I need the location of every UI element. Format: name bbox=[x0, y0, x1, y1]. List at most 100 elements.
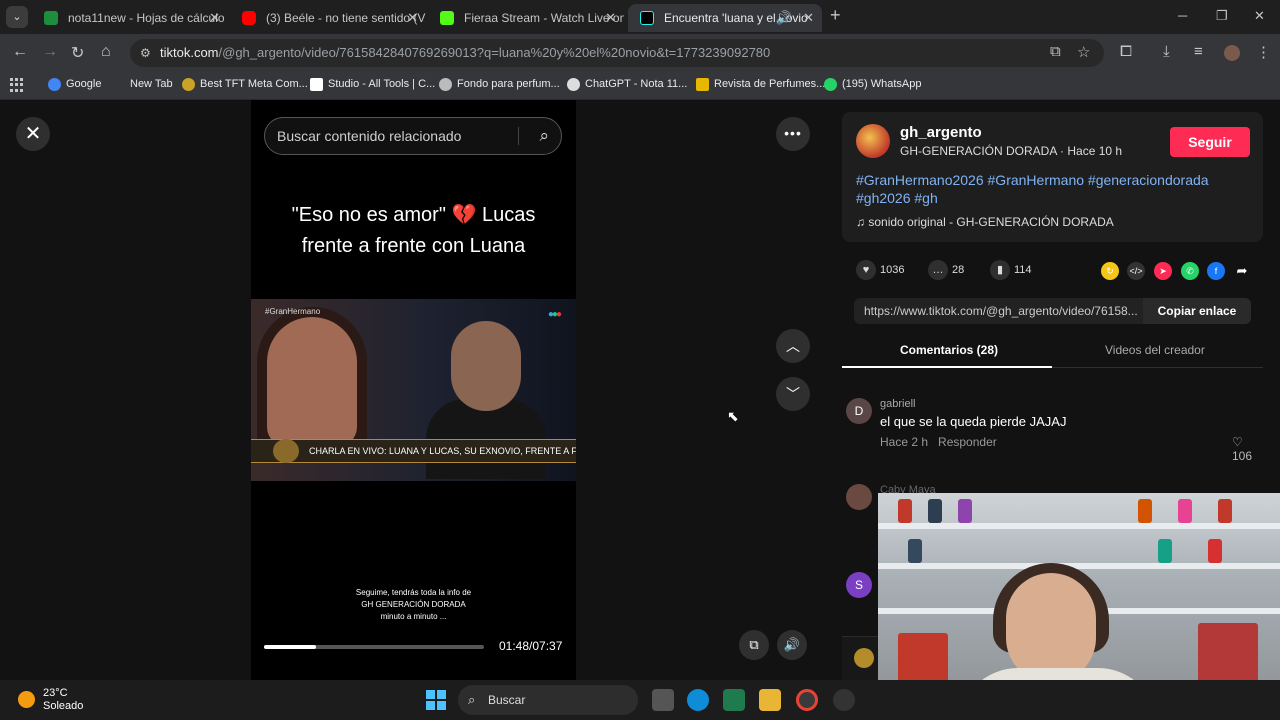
bookmark-label: Fondo para perfum... bbox=[457, 78, 560, 90]
tab-search-button[interactable]: ⌄ bbox=[6, 6, 28, 28]
close-icon[interactable]: ✕ bbox=[605, 4, 616, 32]
caption-line: minuto a minuto ... bbox=[380, 612, 447, 621]
browser-tab-sheets[interactable]: nota11new - Hojas de cálculo d ✕ bbox=[32, 4, 228, 32]
close-icon[interactable]: ✕ bbox=[407, 4, 418, 32]
edge-icon[interactable] bbox=[687, 689, 709, 711]
app-icon[interactable] bbox=[833, 689, 855, 711]
maximize-button[interactable]: ❐ bbox=[1216, 8, 1228, 24]
emoji-icon[interactable] bbox=[854, 648, 874, 668]
speaker-icon: 🔊 bbox=[775, 10, 792, 25]
commenter-avatar[interactable]: S bbox=[846, 572, 872, 598]
mini-player-icon[interactable]: ⧉ bbox=[739, 630, 769, 660]
tab-comments[interactable]: Comentarios (28) bbox=[900, 343, 998, 357]
creator-avatar[interactable] bbox=[856, 124, 890, 158]
music-note-icon: ♫ bbox=[856, 215, 869, 229]
search-placeholder: Buscar contenido relacionado bbox=[277, 128, 462, 144]
media-control-icon[interactable]: ≡ bbox=[1194, 43, 1203, 60]
install-icon[interactable]: ⧉ bbox=[1050, 43, 1061, 60]
share-link-url[interactable]: https://www.tiktok.com/@gh_argento/video… bbox=[864, 298, 1142, 324]
app-icon[interactable] bbox=[723, 689, 745, 711]
tab-strip: ⌄ nota11new - Hojas de cálculo d ✕ (3) B… bbox=[0, 0, 1280, 34]
apps-grid-icon[interactable] bbox=[10, 78, 24, 92]
more-options-button[interactable]: ••• bbox=[776, 117, 810, 151]
file-explorer-icon[interactable] bbox=[759, 689, 781, 711]
close-icon[interactable]: ✕ bbox=[209, 4, 220, 32]
share-arrow-icon[interactable]: ➦ bbox=[1233, 262, 1251, 280]
copy-link-button[interactable]: Copiar enlace bbox=[1143, 298, 1251, 324]
taskbar-search[interactable]: ⌕ Buscar bbox=[458, 685, 638, 715]
caption-line: Seguime, tendrás toda la info de bbox=[355, 588, 472, 597]
chrome-icon[interactable] bbox=[796, 689, 818, 711]
follow-button[interactable]: Seguir bbox=[1170, 127, 1250, 157]
bookmark-tft[interactable]: Best TFT Meta Com... bbox=[182, 78, 308, 91]
bookmark-revista[interactable]: Revista de Perfumes... bbox=[696, 78, 825, 91]
extensions-icon[interactable]: ⧠ bbox=[1120, 43, 1132, 60]
weather-widget[interactable]: 23°C Soleado bbox=[43, 687, 83, 713]
video-player[interactable]: Buscar contenido relacionado ⌕ "Eso no e… bbox=[251, 100, 576, 680]
sun-icon[interactable] bbox=[18, 691, 35, 708]
comment-like-button[interactable]: ♡ 106 bbox=[1232, 435, 1266, 463]
bookmark-new-tab[interactable]: New Tab bbox=[112, 78, 173, 90]
task-view-icon[interactable] bbox=[652, 689, 674, 711]
bookmark-fondo[interactable]: Fondo para perfum... bbox=[439, 78, 560, 91]
reload-button[interactable]: ↻ bbox=[71, 43, 84, 63]
minimize-button[interactable]: ─ bbox=[1178, 8, 1187, 23]
profile-avatar[interactable] bbox=[1224, 45, 1240, 61]
browser-tab-youtube[interactable]: (3) Beéle - no tiene sentido (Vid ✕ bbox=[230, 4, 426, 32]
window-close-button[interactable]: ✕ bbox=[1254, 8, 1265, 24]
comment-like-count: 106 bbox=[1232, 449, 1253, 463]
comment-button[interactable]: … 28 bbox=[928, 260, 964, 280]
youtube-icon bbox=[242, 11, 256, 25]
save-button[interactable]: ▮ 114 bbox=[990, 260, 1032, 280]
commenter-avatar[interactable]: D bbox=[846, 398, 872, 424]
channel-logo-icon: ●●● bbox=[547, 309, 562, 320]
sound-label: sonido original - GH-GENERACIÓN DORADA bbox=[868, 215, 1114, 229]
panel-tabs: Comentarios (28) Videos del creador bbox=[842, 336, 1263, 368]
person-face bbox=[451, 321, 521, 411]
related-search-input[interactable]: Buscar contenido relacionado ⌕ bbox=[264, 117, 562, 155]
home-icon[interactable]: ⌂ bbox=[101, 43, 111, 61]
person-face bbox=[267, 317, 357, 447]
search-icon[interactable]: ⌕ bbox=[539, 118, 549, 154]
chatgpt-icon bbox=[567, 78, 580, 91]
embed-icon[interactable]: </> bbox=[1127, 262, 1145, 280]
bookmark-studio[interactable]: Studio - All Tools | C... bbox=[310, 78, 435, 91]
facebook-share-icon[interactable]: f bbox=[1207, 262, 1225, 280]
site-info-icon[interactable]: ⚙ bbox=[140, 39, 151, 67]
whatsapp-share-icon[interactable]: ✆ bbox=[1181, 262, 1199, 280]
close-video-button[interactable]: ✕ bbox=[16, 117, 50, 151]
reply-button[interactable]: Responder bbox=[938, 435, 997, 449]
search-divider bbox=[518, 127, 519, 145]
post-sound[interactable]: ♫ sonido original - GH-GENERACIÓN DORADA bbox=[856, 215, 1114, 229]
post-hashtags[interactable]: #GranHermano2026 #GranHermano #generacio… bbox=[856, 171, 1236, 207]
send-icon[interactable]: ➤ bbox=[1154, 262, 1172, 280]
commenter-name[interactable]: gabriell bbox=[880, 398, 915, 410]
new-tab-button[interactable]: + bbox=[830, 5, 841, 26]
commenter-avatar[interactable] bbox=[846, 484, 872, 510]
next-video-button[interactable]: ﹀ bbox=[776, 377, 810, 411]
bookmark-google[interactable]: Google bbox=[48, 78, 101, 91]
creator-username[interactable]: gh_argento bbox=[900, 124, 982, 141]
windows-taskbar: 23°C Soleado ⌕ Buscar bbox=[0, 680, 1280, 720]
browser-tab-tiktok[interactable]: Encuentra 'luana y el novio 🔊 ✕ bbox=[628, 4, 822, 32]
address-bar[interactable]: ⚙ tiktok.com/@gh_argento/video/761584284… bbox=[130, 39, 1104, 67]
forward-button[interactable]: → bbox=[42, 43, 58, 61]
whatsapp-icon bbox=[824, 78, 837, 91]
volume-icon[interactable]: 🔊 bbox=[777, 630, 807, 660]
share-link-box: https://www.tiktok.com/@gh_argento/video… bbox=[854, 298, 1251, 324]
back-button[interactable]: ← bbox=[12, 43, 28, 61]
comment-time: Hace 2 h bbox=[880, 435, 929, 449]
tab-creator-videos[interactable]: Videos del creador bbox=[1105, 343, 1205, 357]
video-progress-bar[interactable] bbox=[264, 645, 484, 649]
like-button[interactable]: ♥ 1036 bbox=[856, 260, 904, 280]
repost-icon[interactable]: ↻ bbox=[1101, 262, 1119, 280]
bookmark-chatgpt[interactable]: ChatGPT - Nota 11... bbox=[567, 78, 687, 91]
menu-icon[interactable]: ⋮ bbox=[1256, 43, 1271, 61]
close-icon[interactable]: ✕ bbox=[803, 4, 814, 32]
previous-video-button[interactable]: ︿ bbox=[776, 329, 810, 363]
browser-tab-kick[interactable]: Fieraa Stream - Watch Live on K ✕ bbox=[428, 4, 624, 32]
bookmark-star-icon[interactable]: ☆ bbox=[1077, 43, 1090, 61]
download-icon[interactable]: ⤓ bbox=[1163, 43, 1170, 60]
bookmark-whatsapp[interactable]: (195) WhatsApp bbox=[824, 78, 921, 91]
windows-start-icon[interactable] bbox=[426, 690, 446, 710]
